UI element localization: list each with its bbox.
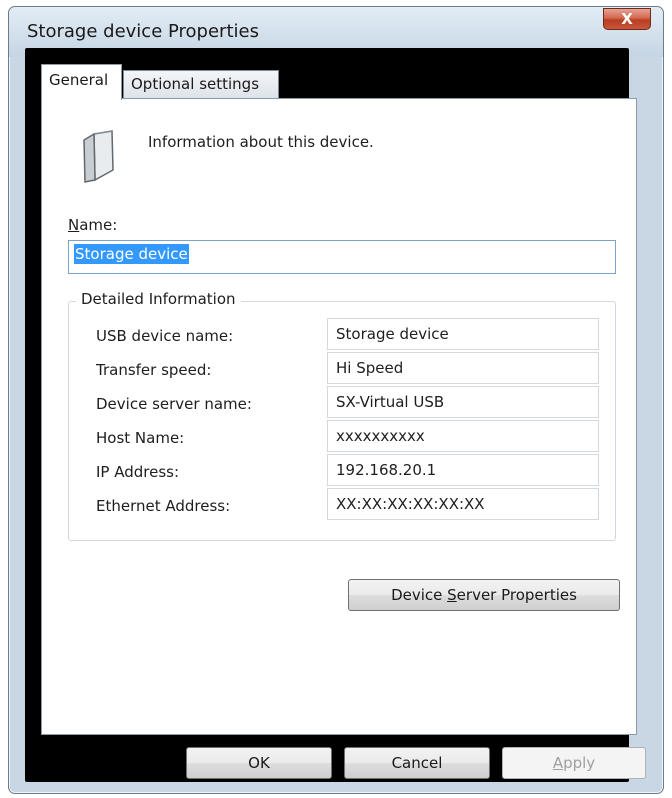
transfer-speed-value[interactable]: Hi Speed xyxy=(327,352,599,384)
info-text: Information about this device. xyxy=(148,133,374,151)
cancel-button-label: Cancel xyxy=(391,754,443,772)
storage-device-icon xyxy=(83,130,114,183)
device-server-properties-post: erver Properties xyxy=(456,586,577,604)
ethernet-address-label: Ethernet Address: xyxy=(96,497,231,515)
ip-address-value[interactable]: 192.168.20.1 xyxy=(327,454,599,486)
close-button[interactable]: X xyxy=(603,8,651,30)
device-server-name-label: Device server name: xyxy=(96,395,252,413)
device-server-name-value[interactable]: SX-Virtual USB xyxy=(327,386,599,418)
tab-optional-settings[interactable]: Optional settings xyxy=(123,70,279,98)
window-title: Storage device Properties xyxy=(27,21,259,42)
device-server-properties-pre: Device xyxy=(391,586,448,604)
tab-general[interactable]: General xyxy=(41,64,122,100)
name-label-rest: ame: xyxy=(79,216,118,234)
device-server-properties-button[interactable]: Device Server Properties xyxy=(348,579,620,611)
ethernet-address-value[interactable]: XX:XX:XX:XX:XX:XX xyxy=(327,488,599,520)
usb-device-name-label: USB device name: xyxy=(96,327,234,345)
ok-button-label: OK xyxy=(248,754,270,772)
name-input-value: Storage device xyxy=(74,244,189,264)
usb-device-name-value[interactable]: Storage device xyxy=(327,318,599,350)
transfer-speed-label: Transfer speed: xyxy=(96,361,212,379)
apply-button[interactable]: Apply xyxy=(502,747,646,779)
host-name-value[interactable]: xxxxxxxxxx xyxy=(327,420,599,452)
name-label: Name: xyxy=(68,216,117,234)
tab-general-label: General xyxy=(49,71,109,89)
apply-button-accelerator: A xyxy=(552,754,564,772)
host-name-label: Host Name: xyxy=(96,429,185,447)
ip-address-label: IP Address: xyxy=(96,463,180,481)
cancel-button[interactable]: Cancel xyxy=(344,747,490,779)
name-input[interactable]: Storage device xyxy=(68,240,616,274)
tab-strip: General Optional settings xyxy=(41,64,441,100)
group-title: Detailed Information xyxy=(76,290,241,308)
device-server-properties-accelerator: S xyxy=(447,586,457,604)
apply-button-rest: pply xyxy=(563,754,596,772)
ok-button[interactable]: OK xyxy=(186,747,332,779)
close-icon: X xyxy=(621,10,633,28)
name-label-accelerator: N xyxy=(68,216,80,234)
tab-optional-settings-label: Optional settings xyxy=(131,75,260,93)
